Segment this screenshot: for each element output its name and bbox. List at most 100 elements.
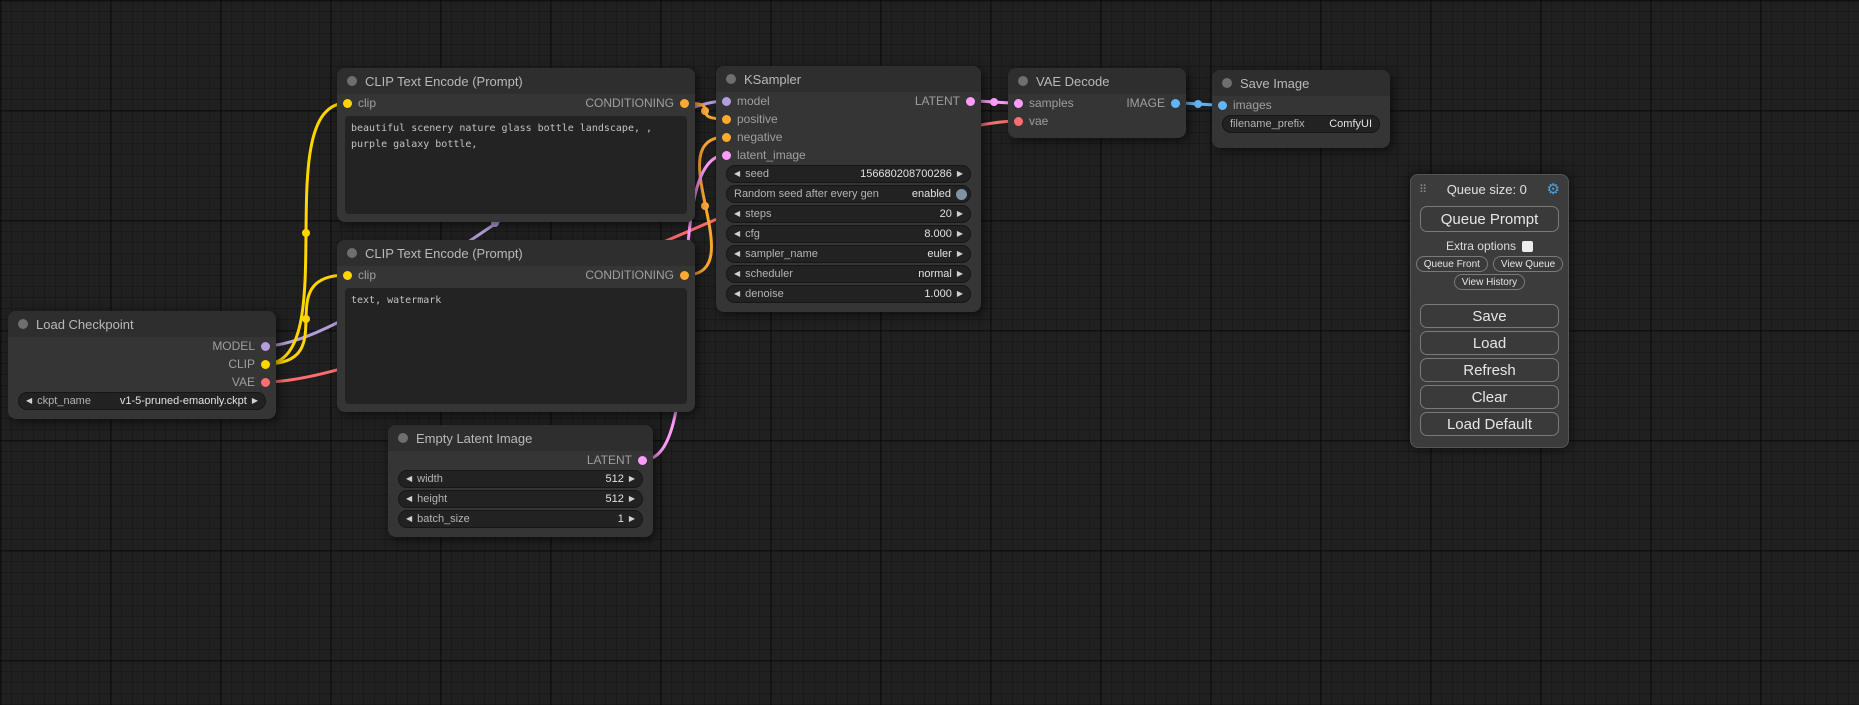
extra-options-checkbox[interactable]	[1522, 241, 1533, 252]
output-label-conditioning: CONDITIONING	[585, 268, 674, 282]
increment-arrow-icon[interactable]: ▶	[629, 515, 635, 523]
input-socket-negative[interactable]	[722, 133, 731, 142]
settings-gear-icon[interactable]: ⚙	[1547, 180, 1560, 198]
widget-random-seed-toggle[interactable]: Random seed after every gen enabled	[726, 185, 971, 203]
widget-filename-prefix[interactable]: filename_prefix ComfyUI	[1222, 115, 1380, 133]
slot-row: clip CONDITIONING	[337, 266, 695, 284]
slot-row: MODEL	[8, 337, 276, 355]
decrement-arrow-icon[interactable]: ◀	[734, 290, 740, 298]
input-socket-model[interactable]	[722, 97, 731, 106]
input-label-samples: samples	[1029, 96, 1074, 110]
widget-label: denoise	[745, 288, 784, 300]
drag-handle-icon[interactable]: ⠿	[1419, 183, 1427, 196]
node-clip-text-encode-negative[interactable]: CLIP Text Encode (Prompt) clip CONDITION…	[337, 240, 695, 412]
decrement-arrow-icon[interactable]: ◀	[734, 210, 740, 218]
input-socket-clip[interactable]	[343, 99, 352, 108]
output-socket-vae[interactable]	[261, 378, 270, 387]
clear-button[interactable]: Clear	[1420, 385, 1559, 409]
output-socket-conditioning[interactable]	[680, 99, 689, 108]
increment-arrow-icon[interactable]: ▶	[957, 250, 963, 258]
output-label-conditioning: CONDITIONING	[585, 96, 674, 110]
node-title-bar[interactable]: VAE Decode	[1008, 68, 1186, 94]
widget-batch-size[interactable]: ◀ batch_size 1 ▶	[398, 510, 643, 528]
widget-value: 1	[618, 513, 624, 525]
node-status-dot	[1222, 78, 1232, 88]
decrement-arrow-icon[interactable]: ◀	[406, 495, 412, 503]
node-clip-text-encode-positive[interactable]: CLIP Text Encode (Prompt) clip CONDITION…	[337, 68, 695, 222]
input-socket-clip[interactable]	[343, 271, 352, 280]
node-ksampler[interactable]: KSampler model LATENT positive negative …	[716, 66, 981, 312]
node-title-bar[interactable]: Load Checkpoint	[8, 311, 276, 337]
increment-arrow-icon[interactable]: ▶	[629, 495, 635, 503]
output-socket-image[interactable]	[1171, 99, 1180, 108]
output-socket-conditioning[interactable]	[680, 271, 689, 280]
prompt-text-area[interactable]: beautiful scenery nature glass bottle la…	[345, 116, 687, 214]
decrement-arrow-icon[interactable]: ◀	[406, 475, 412, 483]
widget-sampler-name[interactable]: ◀ sampler_name euler ▶	[726, 245, 971, 263]
queue-size-label: Queue size: 0	[1427, 182, 1546, 197]
increment-arrow-icon[interactable]: ▶	[957, 210, 963, 218]
output-socket-model[interactable]	[261, 342, 270, 351]
node-title-bar[interactable]: Empty Latent Image	[388, 425, 653, 451]
toggle-knob[interactable]	[956, 189, 967, 200]
output-socket-latent[interactable]	[966, 97, 975, 106]
decrement-arrow-icon[interactable]: ◀	[734, 250, 740, 258]
increment-arrow-icon[interactable]: ▶	[957, 170, 963, 178]
node-empty-latent-image[interactable]: Empty Latent Image LATENT ◀ width 512 ▶ …	[388, 425, 653, 537]
node-title-bar[interactable]: KSampler	[716, 66, 981, 92]
widget-height[interactable]: ◀ height 512 ▶	[398, 490, 643, 508]
increment-arrow-icon[interactable]: ▶	[957, 230, 963, 238]
output-label-clip: CLIP	[228, 357, 255, 371]
widget-label: Random seed after every gen	[734, 188, 879, 200]
output-label-latent: LATENT	[587, 453, 632, 467]
node-vae-decode[interactable]: VAE Decode samples IMAGE vae	[1008, 68, 1186, 138]
input-label-negative: negative	[737, 130, 782, 144]
input-socket-latent-image[interactable]	[722, 151, 731, 160]
widget-steps[interactable]: ◀ steps 20 ▶	[726, 205, 971, 223]
increment-arrow-icon[interactable]: ▶	[252, 397, 258, 405]
load-default-button[interactable]: Load Default	[1420, 412, 1559, 436]
widget-ckpt-name[interactable]: ◀ ckpt_name v1-5-pruned-emaonly.ckpt ▶	[18, 392, 266, 410]
input-socket-samples[interactable]	[1014, 99, 1023, 108]
node-save-image[interactable]: Save Image images filename_prefix ComfyU…	[1212, 70, 1390, 148]
increment-arrow-icon[interactable]: ▶	[629, 475, 635, 483]
load-button[interactable]: Load	[1420, 331, 1559, 355]
decrement-arrow-icon[interactable]: ◀	[26, 397, 32, 405]
queue-prompt-button[interactable]: Queue Prompt	[1420, 206, 1559, 232]
node-load-checkpoint[interactable]: Load Checkpoint MODEL CLIP VAE ◀ ckpt_na…	[8, 311, 276, 419]
increment-arrow-icon[interactable]: ▶	[957, 270, 963, 278]
node-status-dot	[1018, 76, 1028, 86]
prompt-text-area[interactable]: text, watermark	[345, 288, 687, 404]
decrement-arrow-icon[interactable]: ◀	[406, 515, 412, 523]
node-title-bar[interactable]: Save Image	[1212, 70, 1390, 96]
queue-panel: ⠿ Queue size: 0 ⚙ Queue Prompt Extra opt…	[1410, 174, 1569, 448]
widget-value: 8.000	[924, 228, 952, 240]
widget-denoise[interactable]: ◀ denoise 1.000 ▶	[726, 285, 971, 303]
widget-value: 156680208700286	[860, 168, 952, 180]
widget-seed[interactable]: ◀ seed 156680208700286 ▶	[726, 165, 971, 183]
view-queue-button[interactable]: View Queue	[1493, 256, 1563, 272]
increment-arrow-icon[interactable]: ▶	[957, 290, 963, 298]
widget-label: height	[417, 493, 447, 505]
output-socket-clip[interactable]	[261, 360, 270, 369]
widget-scheduler[interactable]: ◀ scheduler normal ▶	[726, 265, 971, 283]
input-socket-vae[interactable]	[1014, 117, 1023, 126]
input-label-model: model	[737, 94, 770, 108]
refresh-button[interactable]: Refresh	[1420, 358, 1559, 382]
input-socket-images[interactable]	[1218, 101, 1227, 110]
decrement-arrow-icon[interactable]: ◀	[734, 170, 740, 178]
output-label-model: MODEL	[212, 339, 255, 353]
decrement-arrow-icon[interactable]: ◀	[734, 230, 740, 238]
widget-width[interactable]: ◀ width 512 ▶	[398, 470, 643, 488]
view-history-button[interactable]: View History	[1454, 274, 1525, 290]
input-socket-positive[interactable]	[722, 115, 731, 124]
decrement-arrow-icon[interactable]: ◀	[734, 270, 740, 278]
queue-front-button[interactable]: Queue Front	[1416, 256, 1488, 272]
node-title-bar[interactable]: CLIP Text Encode (Prompt)	[337, 240, 695, 266]
node-title-bar[interactable]: CLIP Text Encode (Prompt)	[337, 68, 695, 94]
wire-clip-midpoint-dot	[302, 229, 310, 237]
output-socket-latent[interactable]	[638, 456, 647, 465]
slot-row: positive	[716, 110, 981, 128]
widget-cfg[interactable]: ◀ cfg 8.000 ▶	[726, 225, 971, 243]
save-button[interactable]: Save	[1420, 304, 1559, 328]
